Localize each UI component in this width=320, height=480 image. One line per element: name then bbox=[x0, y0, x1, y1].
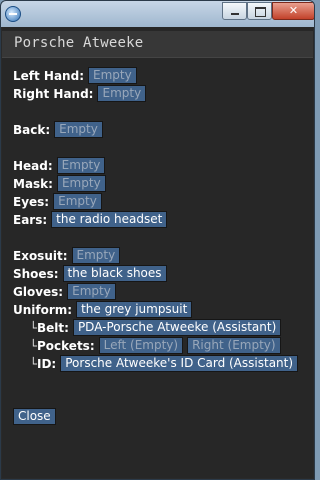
slot-label: ID: bbox=[37, 357, 57, 371]
title-bar[interactable] bbox=[1, 1, 314, 27]
inventory-window: Porsche Atweeke Left Hand: Empty Right Ha… bbox=[0, 0, 315, 480]
slot-label: Right Hand: bbox=[13, 87, 94, 101]
shoes-value[interactable]: the black shoes bbox=[62, 265, 167, 282]
slot-ears: Ears: the radio headset bbox=[13, 211, 309, 229]
slot-head: Head: Empty bbox=[13, 157, 309, 175]
slot-label: Gloves: bbox=[13, 285, 64, 299]
slot-label: Ears: bbox=[13, 213, 48, 227]
byond-globe-icon[interactable] bbox=[5, 6, 21, 22]
slot-pockets: └Pockets: Left (Empty) Right (Empty) bbox=[13, 337, 309, 355]
window-body: Porsche Atweeke Left Hand: Empty Right Ha… bbox=[2, 27, 313, 478]
id-value[interactable]: Porsche Atweeke's ID Card (Assistant) bbox=[60, 355, 299, 372]
slot-exosuit: Exosuit: Empty bbox=[13, 247, 309, 265]
right-hand-value[interactable]: Empty bbox=[97, 85, 147, 102]
slot-label: Eyes: bbox=[13, 195, 50, 209]
ears-value[interactable]: the radio headset bbox=[51, 211, 168, 228]
uniform-value[interactable]: the grey jumpsuit bbox=[76, 301, 193, 318]
slot-label: Exosuit: bbox=[13, 249, 68, 263]
gloves-value[interactable]: Empty bbox=[67, 283, 116, 300]
right-pocket-value[interactable]: Right (Empty) bbox=[187, 337, 281, 354]
tree-branch-icon: └ bbox=[29, 357, 37, 371]
slot-id: └ID: Porsche Atweeke's ID Card (Assistant… bbox=[13, 355, 309, 373]
slot-mask: Mask: Empty bbox=[13, 175, 309, 193]
slot-label: Shoes: bbox=[13, 267, 59, 281]
slot-belt: └Belt: PDA-Porsche Atweeke (Assistant) bbox=[13, 319, 309, 337]
slot-right-hand: Right Hand: Empty bbox=[13, 85, 309, 103]
slot-uniform: Uniform: the grey jumpsuit bbox=[13, 301, 309, 319]
slot-label: Belt: bbox=[37, 321, 69, 335]
slot-label: Uniform: bbox=[13, 303, 73, 317]
slot-label: Mask: bbox=[13, 177, 53, 191]
window-close-button[interactable] bbox=[272, 2, 314, 20]
minimize-button[interactable] bbox=[222, 2, 247, 20]
equipment-list: Left Hand: Empty Right Hand: Empty Back: Em… bbox=[13, 67, 309, 373]
maximize-button[interactable] bbox=[247, 2, 272, 20]
left-hand-value[interactable]: Empty bbox=[88, 67, 137, 84]
left-pocket-value[interactable]: Left (Empty) bbox=[98, 337, 184, 354]
slot-left-hand: Left Hand: Empty bbox=[13, 67, 309, 85]
tree-branch-icon: └ bbox=[29, 321, 37, 335]
slot-label: Back: bbox=[13, 123, 51, 137]
exosuit-value[interactable]: Empty bbox=[71, 247, 121, 264]
belt-value[interactable]: PDA-Porsche Atweeke (Assistant) bbox=[72, 319, 282, 336]
close-button[interactable]: Close bbox=[13, 408, 56, 425]
mask-value[interactable]: Empty bbox=[56, 175, 106, 192]
slot-label: Left Hand: bbox=[13, 69, 84, 83]
header-title: Porsche Atweeke bbox=[14, 35, 144, 51]
header-bar: Porsche Atweeke bbox=[2, 31, 313, 58]
back-value[interactable]: Empty bbox=[54, 121, 103, 138]
head-value[interactable]: Empty bbox=[56, 157, 106, 174]
slot-label: Pockets: bbox=[37, 339, 95, 353]
slot-label: Head: bbox=[13, 159, 53, 173]
slot-shoes: Shoes: the black shoes bbox=[13, 265, 309, 283]
slot-eyes: Eyes: Empty bbox=[13, 193, 309, 211]
eyes-value[interactable]: Empty bbox=[53, 193, 102, 210]
slot-gloves: Gloves: Empty bbox=[13, 283, 309, 301]
slot-back: Back: Empty bbox=[13, 121, 309, 139]
tree-branch-icon: └ bbox=[29, 339, 37, 353]
